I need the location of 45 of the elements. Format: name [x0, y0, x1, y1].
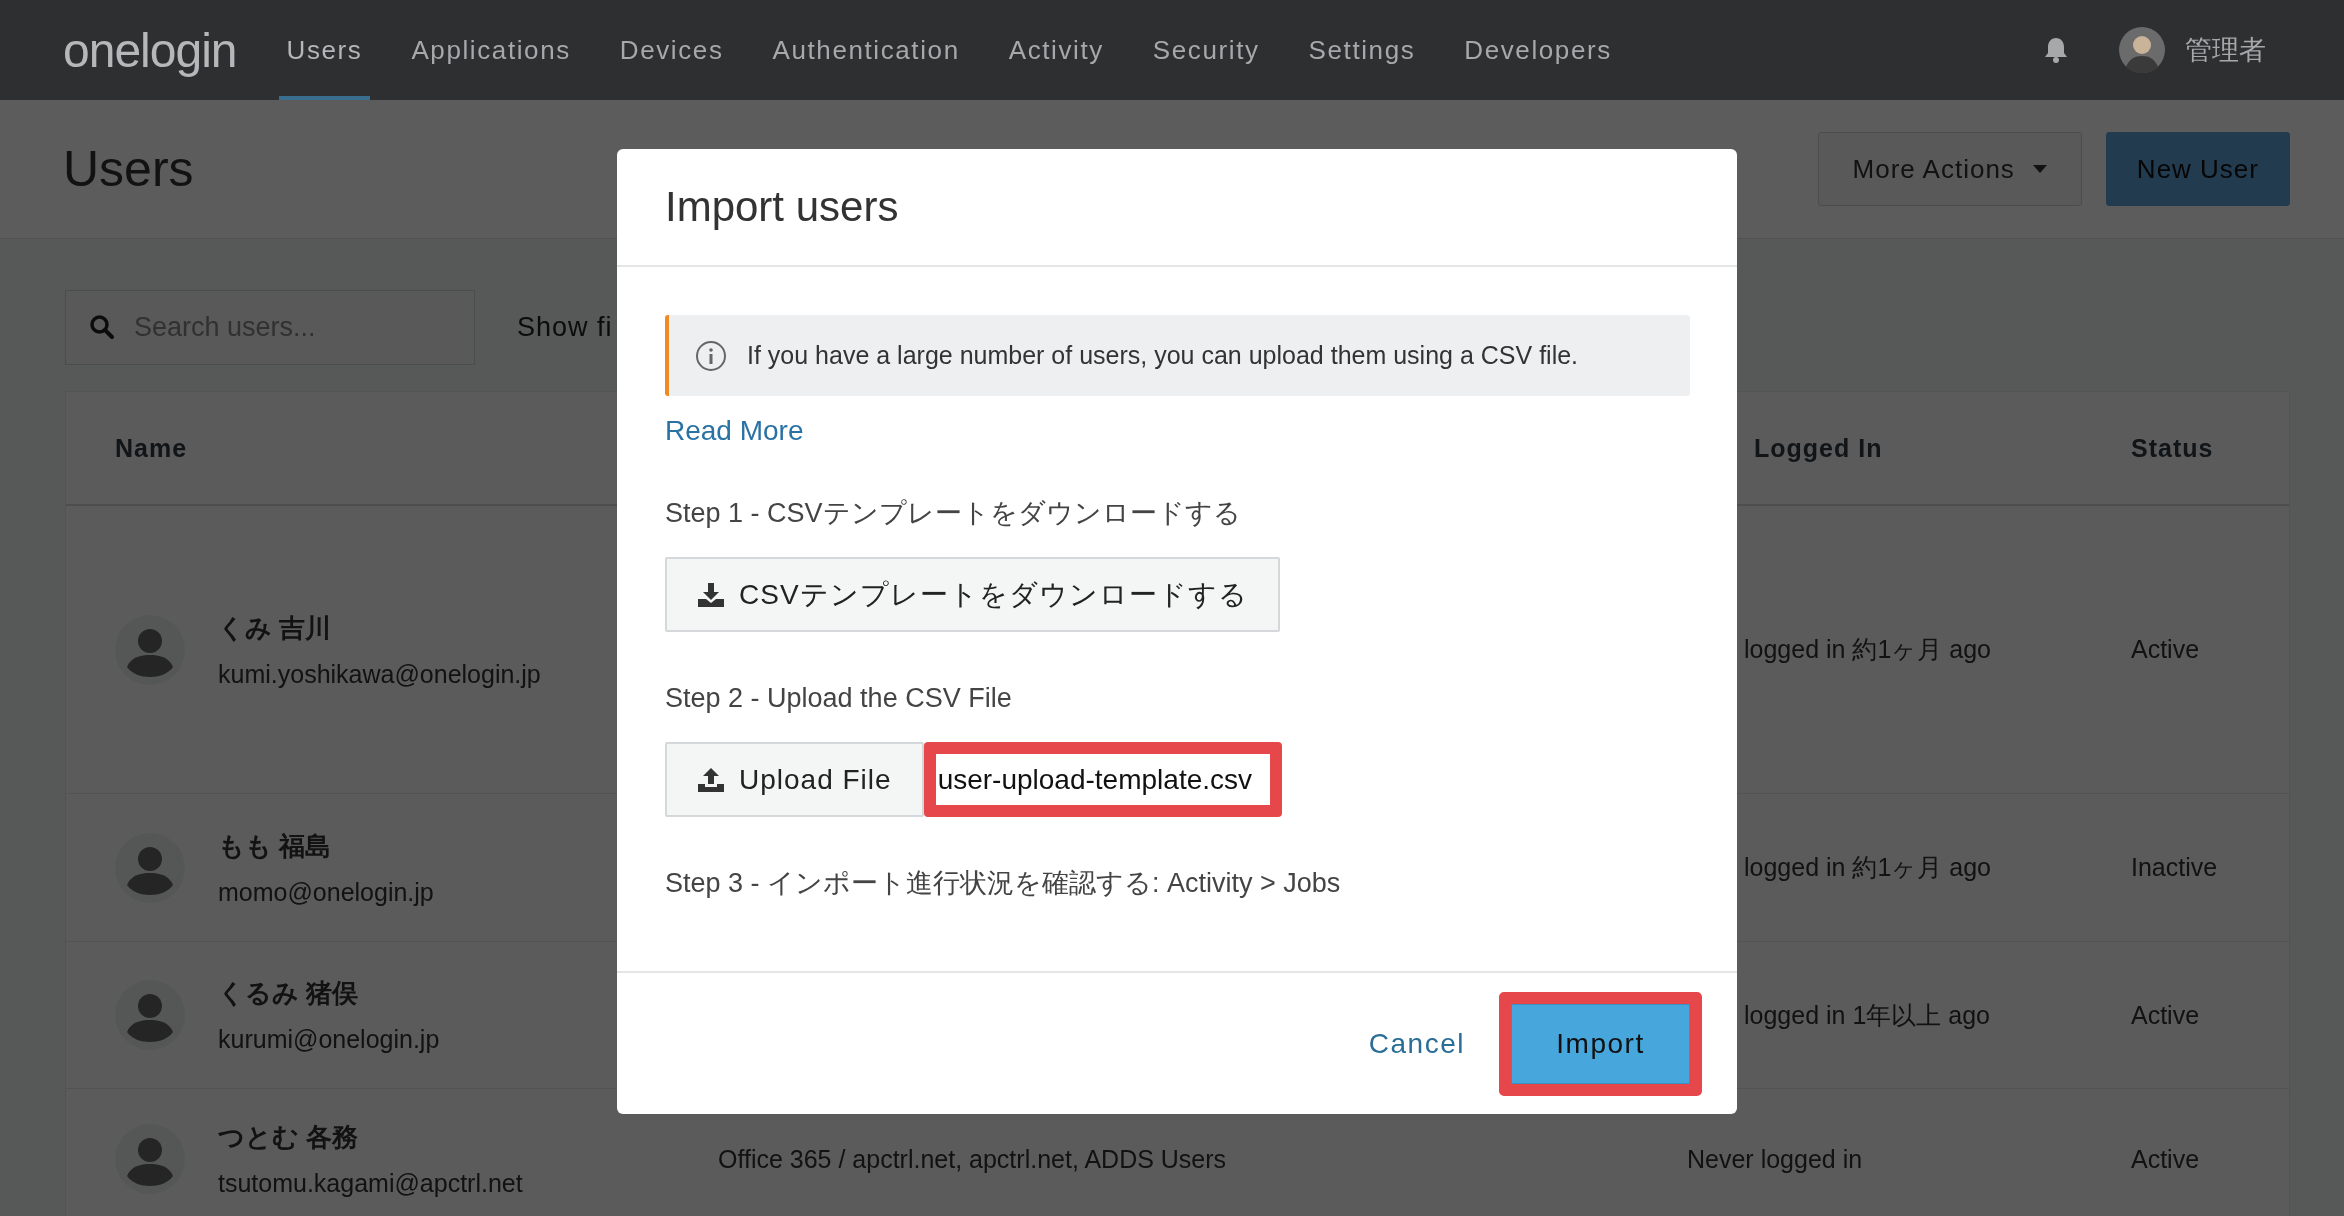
table-cell: Office 365 / apctrl.net, apctrl.net, ADDS Users — [718, 1144, 1227, 1173]
search-icon — [89, 313, 115, 340]
user-email: tsutomu.kagami@apctrl.net — [218, 1169, 523, 1198]
step-label: Step 3 - インポート進行状況を確認する: Activity > Jobs — [665, 867, 1341, 899]
nav-tab[interactable]: Developers — [1456, 0, 1620, 100]
caret-icon — [2032, 165, 2047, 173]
user-email: momo@onelogin.jp — [218, 877, 434, 907]
step-label: Step 2 - Upload the CSV File — [665, 682, 1012, 714]
table-cell: Inactive — [2131, 853, 2218, 881]
download-template-button[interactable]: CSVテンプレートをダウンロードする — [665, 557, 1280, 632]
nav-tab[interactable]: Settings — [1300, 0, 1424, 100]
table-cell: Never logged in — [1687, 1144, 1863, 1173]
step-label: Step 1 - CSVテンプレートをダウンロードする — [665, 497, 1241, 529]
cancel-button[interactable]: Cancel — [1368, 1027, 1465, 1060]
user-avatar-icon — [115, 980, 185, 1050]
nav-tab[interactable]: Devices — [611, 0, 732, 100]
user-name[interactable]: 管理者 — [2185, 32, 2266, 68]
table-cell: logged in 約1ヶ月 ago — [1744, 853, 1991, 881]
logo[interactable]: onelogin — [63, 22, 237, 78]
nav-tab[interactable]: Authentication — [764, 0, 968, 100]
upload-icon — [697, 766, 725, 793]
user-email: kumi.yoshikawa@onelogin.jp — [218, 659, 541, 689]
nav-tab[interactable]: Security — [1144, 0, 1268, 100]
page-title: Users — [63, 140, 195, 198]
table-cell: logged in 1年以上 ago — [1744, 1000, 1990, 1029]
nav-tab[interactable]: Applications — [403, 0, 579, 100]
table-cell: Active — [2131, 635, 2200, 663]
table-cell: Active — [2131, 1000, 2200, 1029]
dialog-title: Import users — [665, 183, 899, 231]
avatar-icon[interactable] — [2119, 27, 2165, 73]
nav-tab[interactable]: Activity — [1000, 0, 1112, 100]
table-cell: logged in 約1ヶ月 ago — [1744, 635, 1991, 663]
download-icon — [697, 581, 725, 608]
notification-bell-icon[interactable] — [2043, 36, 2069, 64]
user-avatar-icon — [115, 832, 185, 903]
info-text: If you have a large number of users, you can upload them using a CSV file. — [747, 341, 1579, 370]
user-email: kurumi@onelogin.jp — [218, 1025, 440, 1054]
import-button[interactable]: Import — [1511, 1003, 1690, 1084]
file-name-field[interactable]: user-upload-template.csv — [923, 742, 1282, 817]
info-icon — [695, 339, 727, 372]
read-more-link[interactable]: Read More — [665, 415, 804, 447]
user-avatar-icon — [115, 614, 185, 685]
user-avatar-icon — [115, 1124, 185, 1194]
upload-file-button[interactable]: Upload File — [665, 742, 924, 817]
table-cell: Active — [2131, 1144, 2200, 1173]
